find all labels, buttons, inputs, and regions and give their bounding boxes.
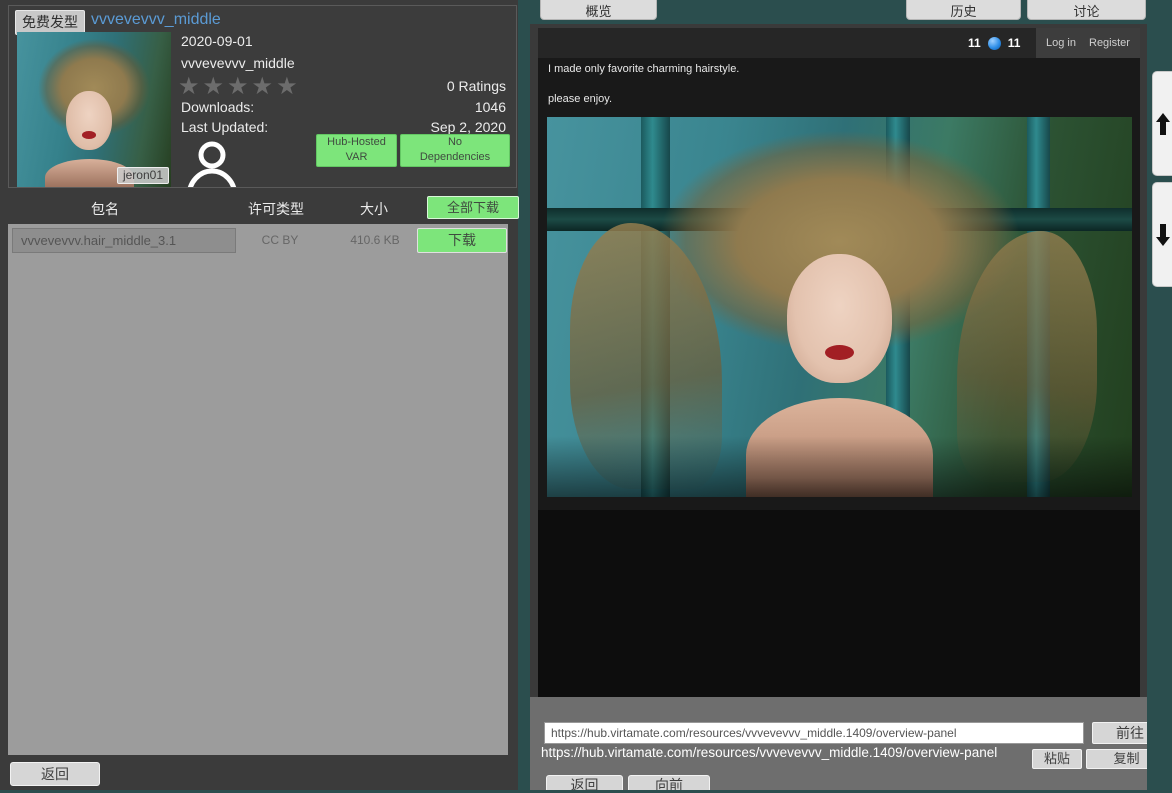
scroll-down-button[interactable] [1152, 182, 1172, 287]
author-tag: jeron01 [117, 167, 169, 184]
package-list: vvvevevvv.hair_middle_3.1 CC BY 410.6 KB… [8, 224, 508, 755]
browser-forward-button[interactable]: 向前 [628, 775, 710, 790]
browser-back-button[interactable]: 返回 [546, 775, 623, 790]
description-line-1: I made only favorite charming hairstyle. [548, 63, 739, 75]
downloads-value: 1046 [475, 99, 506, 115]
back-button-left[interactable]: 返回 [10, 762, 100, 786]
column-header-license: 许可类型 [238, 199, 314, 219]
up-arrow-icon [1156, 113, 1170, 135]
hub-hosted-var-badge[interactable]: Hub-Hosted VAR [316, 134, 397, 167]
resource-detail-panel: 免费发型 vvvevevvv_middle jeron01 2020-09-01… [0, 0, 518, 790]
download-all-button[interactable]: 全部下载 [427, 196, 519, 219]
no-dependencies-badge[interactable]: No Dependencies [400, 134, 510, 167]
rating-stars-icon[interactable]: ★★★★★ [178, 72, 301, 101]
virtamate-hub-window: 免费发型 vvvevevvv_middle jeron01 2020-09-01… [0, 0, 1172, 793]
ratings-count: 0 Ratings [447, 78, 506, 94]
tab-history[interactable]: 历史 [906, 0, 1021, 20]
tab-discussion[interactable]: 讨论 [1027, 0, 1146, 20]
package-name-cell[interactable]: vvvevevvv.hair_middle_3.1 [12, 228, 236, 253]
register-link[interactable]: Register [1089, 37, 1130, 49]
hub-sphere-icon [988, 37, 1001, 50]
login-strip: Log in Register [1036, 28, 1140, 58]
resource-header-card: 免费发型 vvvevevvv_middle jeron01 2020-09-01… [8, 5, 517, 188]
resource-name: vvvevevvv_middle [181, 55, 295, 71]
url-input[interactable] [544, 722, 1084, 744]
embedded-browser-frame: 11 11 Log in Register I made only favori… [530, 24, 1147, 790]
downloads-label: Downloads: [181, 99, 254, 115]
current-url-text: https://hub.virtamate.com/resources/vvve… [541, 745, 997, 760]
resource-thumbnail[interactable]: jeron01 [17, 32, 171, 187]
go-button[interactable]: 前往 [1092, 722, 1147, 744]
counter-left: 11 [968, 36, 981, 50]
user-icon [185, 138, 239, 188]
column-header-size: 大小 [344, 199, 404, 219]
table-row: vvvevevvv.hair_middle_3.1 CC BY 410.6 KB… [8, 224, 508, 257]
resource-image[interactable] [547, 117, 1132, 497]
column-header-package: 包名 [60, 199, 150, 219]
login-link[interactable]: Log in [1046, 37, 1076, 49]
counter-right: 11 [1008, 36, 1021, 50]
copy-button[interactable]: 复制 [1086, 749, 1147, 769]
last-updated-value: Sep 2, 2020 [430, 119, 506, 135]
tab-overview[interactable]: 概览 [540, 0, 657, 20]
download-button[interactable]: 下载 [417, 228, 507, 253]
paste-button[interactable]: 粘贴 [1032, 749, 1082, 769]
release-date: 2020-09-01 [181, 33, 253, 49]
scroll-up-button[interactable] [1152, 71, 1172, 176]
size-cell: 410.6 KB [335, 233, 415, 247]
browser-navigation-bar: 前往 https://hub.virtamate.com/resources/v… [530, 697, 1147, 790]
hub-page-topbar: 11 11 Log in Register [538, 28, 1140, 58]
browser-content: 11 11 Log in Register I made only favori… [538, 28, 1140, 697]
last-updated-label: Last Updated: [181, 119, 268, 135]
description-line-2: please enjoy. [548, 93, 612, 105]
hub-counter: 11 11 [968, 28, 1020, 58]
resource-title-link[interactable]: vvvevevvv_middle [91, 11, 221, 29]
down-arrow-icon [1156, 224, 1170, 246]
license-cell: CC BY [240, 233, 320, 247]
